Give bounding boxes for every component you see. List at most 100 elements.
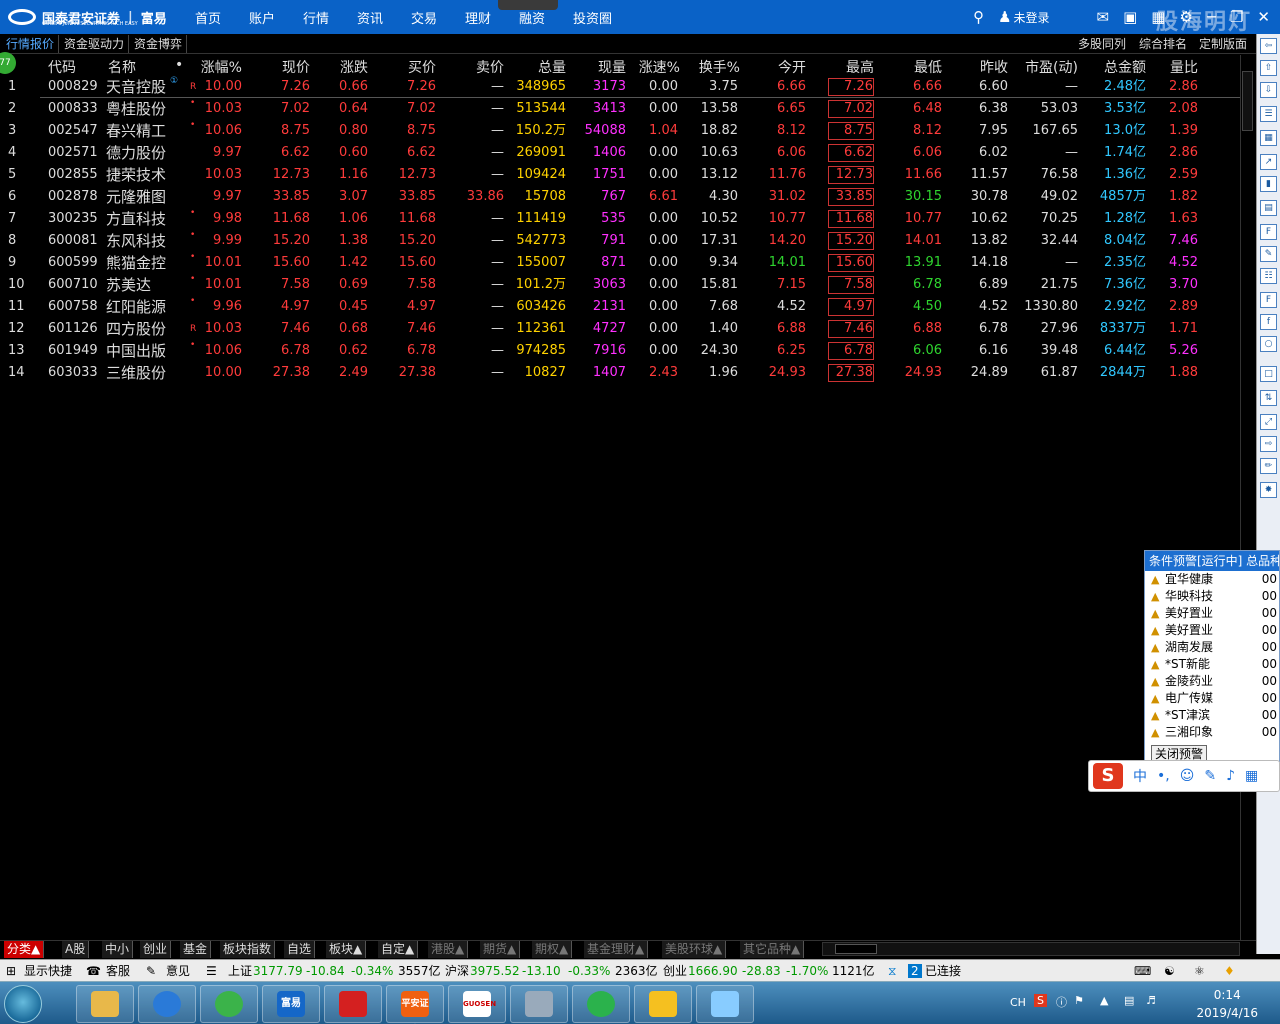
col-low[interactable]: 最低 — [896, 57, 942, 77]
lang-indicator[interactable]: CH — [1010, 996, 1026, 1009]
connection-status[interactable]: 已连接 — [925, 960, 961, 982]
nav-community[interactable]: 投资圈 — [573, 8, 612, 27]
col-prev-close[interactable]: 昨收 — [962, 57, 1008, 77]
category-tab[interactable]: A股 — [62, 941, 90, 958]
table-row[interactable]: 1 000829 天音控股 10.00 7.26 0.66 7.26 — 348965 3173 0… — [0, 76, 1240, 98]
chat-icon[interactable]: ☯ — [1164, 960, 1175, 982]
guosen-task[interactable]: GUOSEN — [448, 985, 506, 1023]
bell-icon[interactable]: ♦ — [1224, 960, 1235, 982]
emoji-icon[interactable]: ☺ — [1180, 768, 1195, 784]
sogou-logo-icon[interactable]: S — [1093, 763, 1123, 789]
tab-ranking[interactable]: 综合排名 — [1139, 35, 1187, 53]
vertical-scrollbar[interactable] — [1240, 55, 1254, 945]
close-icon[interactable]: ✕ — [1257, 8, 1270, 26]
explorer-task[interactable] — [76, 985, 134, 1023]
calculator-task[interactable] — [510, 985, 568, 1023]
scroll-thumb[interactable] — [1242, 71, 1253, 131]
col-name[interactable]: 名称 — [108, 57, 136, 77]
col-volume[interactable]: 总量 — [518, 57, 566, 77]
circle-icon[interactable]: ○ — [1260, 336, 1277, 352]
nav-trade[interactable]: 交易 — [411, 8, 437, 27]
feedback-icon[interactable]: ✎ — [146, 960, 156, 982]
back-arrow-icon[interactable]: ⇦ — [1260, 38, 1277, 54]
volume-icon[interactable]: ♬ — [1146, 994, 1156, 1007]
alert-item[interactable]: ▲ 宜华健康 00 — [1145, 571, 1279, 588]
category-tab[interactable]: 自定▲ — [378, 941, 419, 958]
alert-item[interactable]: ▲ 美好置业 00 — [1145, 605, 1279, 622]
resize-icon[interactable]: ⤢ — [1260, 414, 1277, 430]
lock-icon[interactable]: ▣ — [1123, 8, 1137, 26]
col-open[interactable]: 今开 — [760, 57, 806, 77]
f10-icon[interactable]: F — [1260, 224, 1277, 240]
table-icon[interactable]: ▦ — [1260, 130, 1277, 146]
search-icon[interactable]: ⚲ — [973, 8, 984, 26]
service-link[interactable]: 客服 — [106, 960, 130, 982]
category-tab[interactable]: 港股▲ — [428, 941, 469, 958]
alert-title[interactable]: 条件预警[运行中] 总品种 — [1145, 551, 1279, 571]
sort-icon[interactable]: ⇅ — [1260, 390, 1277, 406]
start-button-icon[interactable] — [4, 985, 42, 1023]
show-shortcut[interactable]: 显示快捷 — [24, 960, 72, 982]
tab-custom-layout[interactable]: 定制版面 — [1199, 35, 1247, 53]
table-row[interactable]: 13 601949 中国出版 10.06 6.78 0.62 6.78 — 974285 7916… — [0, 340, 1240, 362]
tab-multi-stock[interactable]: 多股同列 — [1078, 35, 1126, 53]
folder-icon[interactable]: □ — [1260, 366, 1277, 382]
table-row[interactable]: 9 600599 熊猫金控 10.01 15.60 1.42 15.60 — 155007 871… — [0, 252, 1240, 274]
col-bid[interactable]: 买价 — [390, 57, 436, 77]
pingan-task[interactable]: 平安证券 — [386, 985, 444, 1023]
browser-task[interactable] — [138, 985, 196, 1023]
col-ask[interactable]: 卖价 — [458, 57, 504, 77]
category-tab[interactable]: 中小 — [102, 941, 134, 958]
table-row[interactable]: 5 002855 捷荣技术 10.03 12.73 1.16 12.73 — 109424 175… — [0, 164, 1240, 186]
nav-home[interactable]: 首页 — [195, 8, 221, 27]
table-row[interactable]: 8 600081 东风科技 9.99 15.20 1.38 15.20 — 542773 791 0… — [0, 230, 1240, 252]
table-row[interactable]: 14 603033 三维股份 10.00 27.38 2.49 27.38 — 10827 140… — [0, 362, 1240, 384]
category-tab[interactable]: 基金 — [180, 941, 212, 958]
col-diff[interactable]: 涨跌 — [322, 57, 368, 77]
category-tab[interactable]: 板块指数 — [220, 941, 276, 958]
nav-news[interactable]: 资讯 — [357, 8, 383, 27]
category-tab[interactable]: 创业 — [140, 941, 172, 958]
category-tab[interactable]: 自选 — [284, 941, 316, 958]
table-row[interactable]: 3 002547 春兴精工 10.06 8.75 0.80 8.75 — 150.2万 54088… — [0, 120, 1240, 142]
tray-flag-icon[interactable]: ⚑ — [1074, 994, 1084, 1007]
list-icon[interactable]: ☰ — [1260, 106, 1277, 122]
cy-label[interactable]: 创业 — [663, 960, 687, 982]
feedback-link[interactable]: 意见 — [166, 960, 190, 982]
help-icon[interactable]: ⓘ — [1056, 994, 1067, 1010]
tray-expand-icon[interactable]: ▲ — [1100, 994, 1108, 1007]
securities-task[interactable] — [324, 985, 382, 1023]
col-turnover[interactable]: 换手% — [688, 57, 740, 77]
col-change-pct[interactable]: 涨幅% — [190, 57, 242, 77]
alert-item[interactable]: ▲ 湖南发展 00 — [1145, 639, 1279, 656]
col-pe[interactable]: 市盈(动) — [1012, 57, 1078, 77]
category-tab[interactable]: 其它品种▲ — [740, 941, 805, 958]
table-row[interactable]: 12 601126 四方股份 10.03 7.46 0.68 7.46 — 112361 4727… — [0, 318, 1240, 340]
tab-capital-game[interactable]: 资金博弈 — [130, 35, 188, 53]
keyboard-icon[interactable]: ⌨ — [1134, 960, 1151, 982]
alert-item[interactable]: ▲ *ST新能 00 — [1145, 656, 1279, 673]
alert-item[interactable]: ▲ 美好置业 00 — [1145, 622, 1279, 639]
ime-mode[interactable]: 中 — [1133, 766, 1147, 786]
sh-label[interactable]: 上证 — [228, 960, 252, 982]
table-row[interactable]: 7 300235 方直科技 9.98 11.68 1.06 11.68 — 111419 535 0… — [0, 208, 1240, 230]
f2-icon[interactable]: F — [1260, 292, 1277, 308]
mail-icon[interactable]: ✉ — [1097, 8, 1110, 26]
col-speed[interactable]: 涨速% — [630, 57, 680, 77]
alert-item[interactable]: ▲ 三湘印象 00 — [1145, 724, 1279, 741]
col-volume-ratio[interactable]: 量比 — [1160, 57, 1198, 77]
doc-icon[interactable]: ☷ — [1260, 268, 1277, 284]
headset-icon[interactable]: ☎ — [86, 960, 101, 982]
table-row[interactable]: 11 600758 红阳能源 9.96 4.97 0.45 4.97 — 603426 2131 0… — [0, 296, 1240, 318]
col-code[interactable]: 代码 — [48, 57, 76, 77]
table-row[interactable]: 2 000833 粤桂股份 10.03 7.02 0.64 7.02 — 513544 3413 0… — [0, 98, 1240, 120]
tools-grid-icon[interactable]: ▦ — [1245, 768, 1258, 784]
alert-item[interactable]: ▲ 金陵药业 00 — [1145, 673, 1279, 690]
category-tab[interactable]: 基金理财▲ — [584, 941, 649, 958]
nav-account[interactable]: 账户 — [249, 8, 275, 27]
wechat-task[interactable] — [572, 985, 630, 1023]
candle-chart-icon[interactable]: ▮ — [1260, 176, 1277, 192]
col-amount[interactable]: 总金额 — [1092, 57, 1146, 77]
hscroll-thumb[interactable] — [835, 944, 877, 954]
category-tab[interactable]: 分类▲ — [4, 941, 45, 958]
